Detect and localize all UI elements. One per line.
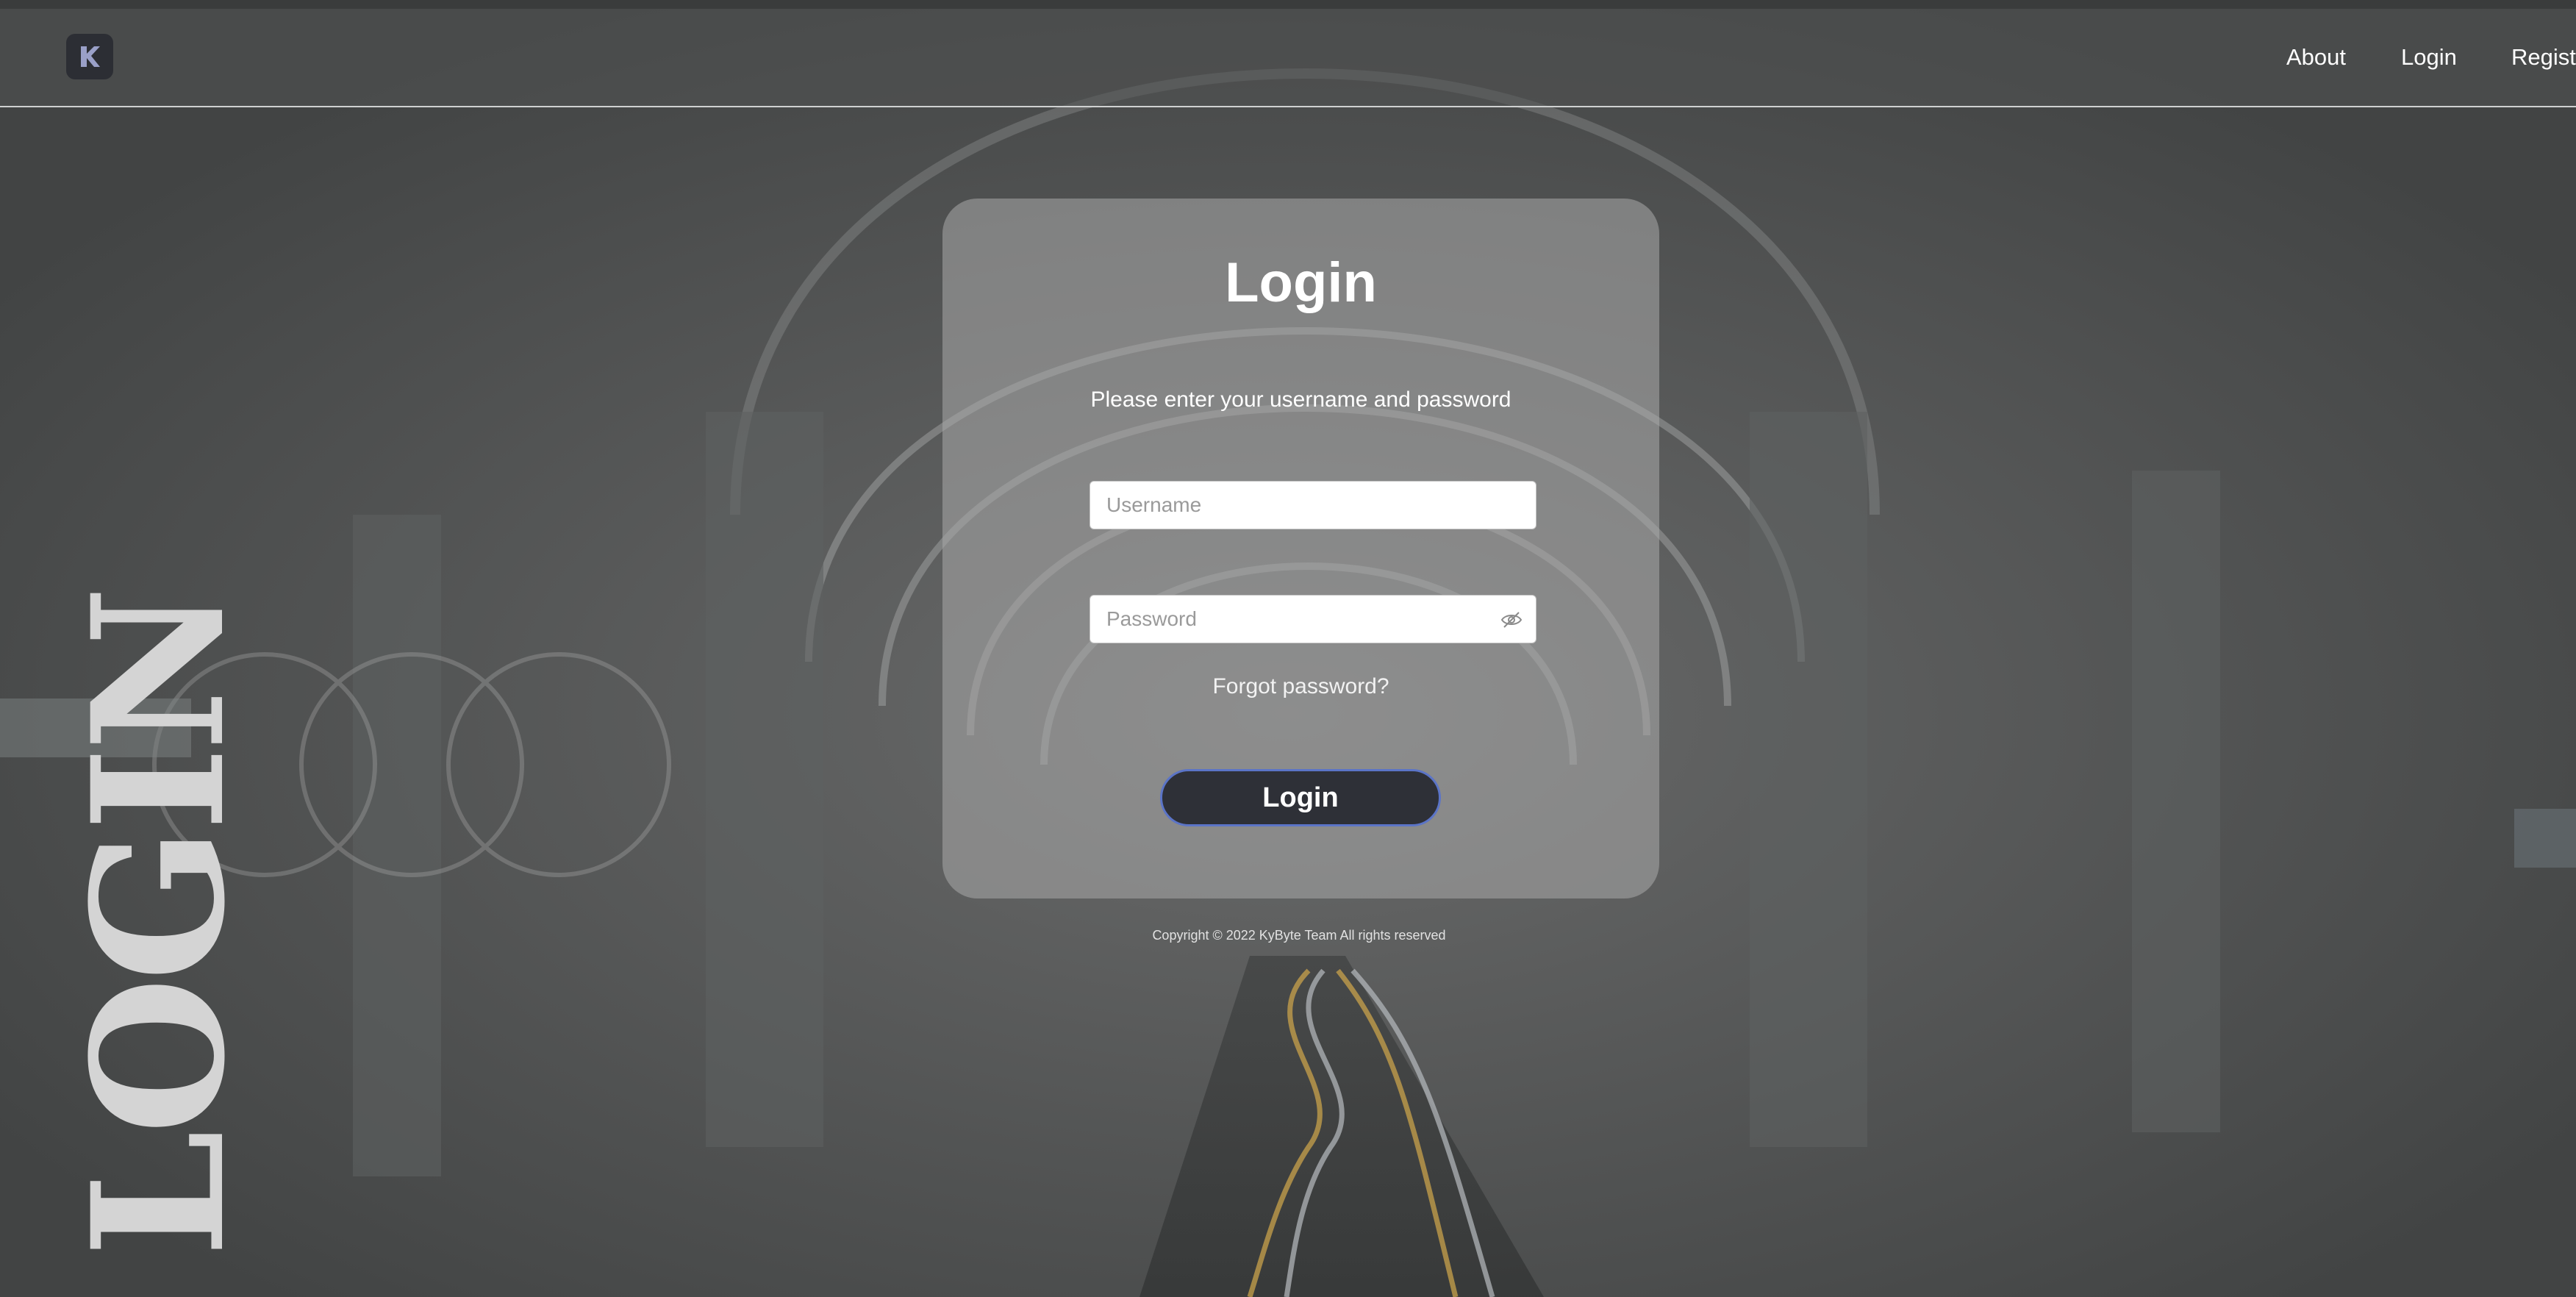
nav-link-login[interactable]: Login: [2401, 43, 2457, 72]
login-button[interactable]: Login: [1160, 769, 1441, 826]
login-title: Login: [1225, 251, 1377, 314]
browser-top-strip: [0, 0, 2576, 9]
navbar: About Login Registe: [0, 9, 2576, 107]
vertical-login-title: LOGIN: [53, 590, 265, 1257]
login-card: Login Please enter your username and pas…: [942, 199, 1659, 898]
copyright-text: Copyright © 2022 KyByte Team All rights …: [0, 928, 2576, 943]
app-logo[interactable]: [66, 34, 113, 79]
eye-slash-icon[interactable]: [1500, 610, 1523, 629]
copyright-label: Copyright © 2022 KyByte Team All rights …: [1152, 928, 1446, 943]
login-instructions: Please enter your username and password: [1090, 387, 1511, 412]
username-field: [1090, 481, 1536, 529]
password-field: [1090, 595, 1536, 643]
nav-link-register[interactable]: Registe: [2511, 43, 2576, 72]
nav-link-about[interactable]: About: [2286, 43, 2346, 72]
password-input[interactable]: [1090, 596, 1536, 643]
app-logo-icon: [81, 46, 100, 67]
username-input[interactable]: [1090, 482, 1536, 529]
forgot-password-link[interactable]: Forgot password?: [942, 672, 1659, 701]
